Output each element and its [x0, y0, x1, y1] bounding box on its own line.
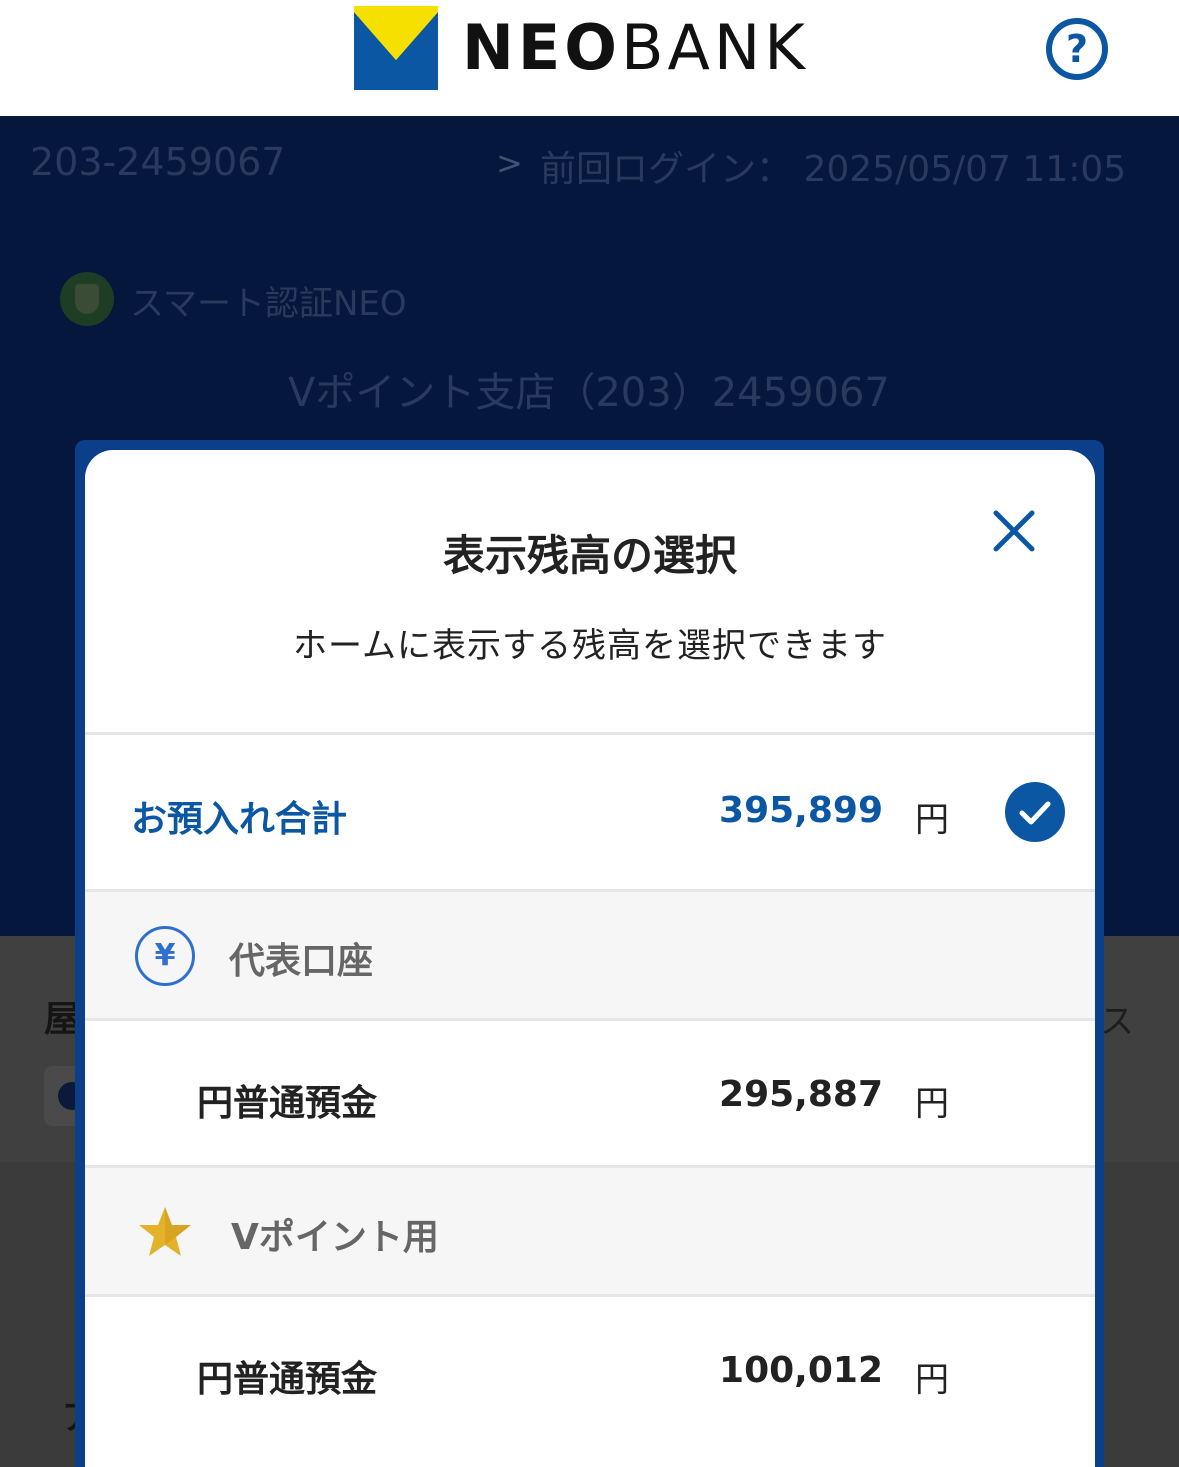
chevron-right-icon: > [496, 144, 523, 182]
last-login-label: 前回ログイン： [540, 149, 793, 190]
bg-partial-text-right: ス [1100, 1002, 1134, 1042]
check-icon[interactable] [1005, 782, 1065, 842]
account-number: 203-2459067 [30, 140, 286, 184]
yen-circle-icon: ¥ [135, 926, 195, 986]
modal-subtitle: ホームに表示する残高を選択できます [293, 626, 887, 666]
item-amount: 100,012 [719, 1350, 883, 1391]
v-logo-icon [354, 6, 438, 90]
star-icon [139, 1207, 191, 1256]
item-label: 円普通預金 [197, 1083, 378, 1124]
logo-neo: NEO [462, 11, 621, 84]
logo-bank: BANK [620, 11, 809, 84]
logo-wordmark: NEOBANK [462, 6, 809, 90]
item-unit: 円 [915, 1360, 949, 1400]
shield-icon [60, 272, 114, 326]
item-unit: 円 [915, 1084, 949, 1124]
neobank-logo: NEOBANK [354, 6, 809, 90]
item-amount: 295,887 [719, 1074, 883, 1115]
total-label: お預入れ合計 [131, 799, 348, 840]
last-login: 前回ログイン： 2025/05/07 11:05 [540, 140, 1126, 192]
app-header: NEOBANK ? [0, 0, 1179, 116]
total-unit: 円 [915, 800, 949, 840]
balance-select-modal: 表示残高の選択 ホームに表示する残高を選択できます お預入れ合計 395,899… [85, 450, 1095, 1467]
smart-auth-label: スマート認証NEO [130, 284, 407, 324]
item-label: 円普通預金 [197, 1359, 378, 1400]
group-label: 代表口座 [229, 941, 374, 982]
close-icon[interactable] [991, 508, 1037, 554]
total-amount: 395,899 [719, 790, 883, 831]
help-button[interactable]: ? [1046, 18, 1108, 80]
last-login-value: 2025/05/07 11:05 [803, 149, 1127, 190]
modal-title: 表示残高の選択 [442, 531, 737, 580]
branch-account: Vポイント支店（203）2459067 [288, 370, 890, 416]
group-label: Vポイント用 [231, 1217, 439, 1258]
